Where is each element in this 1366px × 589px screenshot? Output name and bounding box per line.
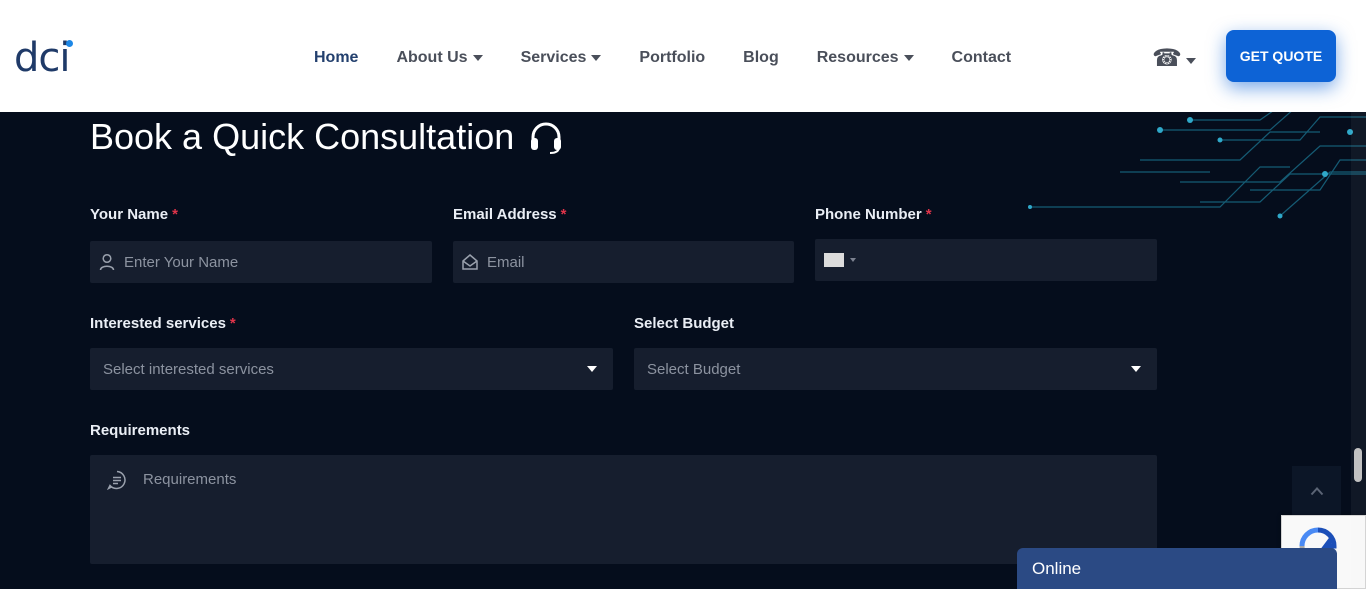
- budget-select[interactable]: Select Budget: [634, 348, 1157, 390]
- required-mark: *: [925, 206, 932, 223]
- nav-label: Home: [314, 49, 359, 66]
- name-placeholder: Enter Your Name: [124, 253, 239, 271]
- requirements-label-text: Requirements: [90, 422, 191, 439]
- caret-down-icon: [587, 366, 597, 372]
- nav-label: Services: [520, 49, 587, 66]
- scrollbar-track[interactable]: [1351, 112, 1366, 589]
- services-select[interactable]: Select interested services: [90, 348, 613, 390]
- phone-icon: ☎: [1152, 45, 1182, 72]
- user-icon: [99, 253, 115, 271]
- message-icon: [107, 470, 126, 490]
- services-label-text: Interested services: [90, 315, 226, 332]
- caret-down-icon: [1185, 57, 1196, 64]
- nav-label: Resources: [816, 49, 899, 66]
- required-mark: *: [172, 206, 178, 223]
- chevron-up-icon: [1310, 486, 1323, 495]
- envelope-icon: [462, 254, 478, 270]
- phone-dropdown[interactable]: ☎: [1152, 44, 1196, 73]
- required-mark: *: [560, 206, 567, 223]
- nav-label: Contact: [951, 49, 1012, 66]
- email-label: Email Address *: [453, 206, 567, 223]
- headset-icon: [531, 122, 562, 154]
- site-header: dci Home About Us Services Portfolio Blo…: [0, 0, 1366, 112]
- required-mark: *: [229, 315, 236, 332]
- get-quote-button[interactable]: GET QUOTE: [1226, 30, 1336, 82]
- nav-item-contact[interactable]: Contact: [952, 49, 1012, 67]
- email-placeholder: Email: [487, 253, 525, 271]
- email-field[interactable]: Email: [453, 241, 794, 283]
- form-title: Book a Quick Consultation: [90, 116, 564, 158]
- budget-label: Select Budget: [634, 315, 734, 332]
- logo-dot: [66, 40, 73, 47]
- caret-down-icon: [850, 258, 856, 262]
- phone-label-text: Phone Number: [815, 206, 922, 223]
- nav-label: Blog: [743, 49, 779, 66]
- budget-placeholder: Select Budget: [647, 360, 741, 378]
- nav-item-blog[interactable]: Blog: [743, 49, 779, 67]
- scrollbar-thumb[interactable]: [1354, 448, 1362, 482]
- requirements-textarea[interactable]: Requirements: [90, 455, 1157, 564]
- circuit-decoration: [1028, 112, 1366, 219]
- nav-label: Portfolio: [639, 49, 706, 66]
- chat-widget[interactable]: Online: [1017, 548, 1337, 589]
- caret-down-icon: [591, 55, 602, 61]
- requirements-placeholder: Requirements: [143, 471, 237, 488]
- nav-item-portfolio[interactable]: Portfolio: [639, 49, 705, 67]
- services-label: Interested services *: [90, 315, 236, 332]
- name-field[interactable]: Enter Your Name: [90, 241, 432, 283]
- services-placeholder: Select interested services: [103, 360, 274, 378]
- caret-down-icon: [903, 55, 914, 61]
- scroll-to-top-button[interactable]: [1292, 466, 1341, 515]
- nav-item-services[interactable]: Services: [521, 49, 602, 67]
- name-label-text: Your Name: [90, 206, 169, 223]
- phone-field[interactable]: [815, 239, 1157, 281]
- nav-label: About Us: [396, 49, 468, 66]
- caret-down-icon: [1131, 366, 1141, 372]
- nav-item-about-us[interactable]: About Us: [396, 49, 483, 67]
- email-label-text: Email Address: [453, 206, 557, 223]
- country-flag-icon[interactable]: [824, 253, 844, 267]
- caret-down-icon: [472, 55, 483, 61]
- phone-label: Phone Number *: [815, 206, 932, 223]
- chat-status: Online: [1032, 558, 1082, 578]
- logo[interactable]: dci: [14, 36, 70, 80]
- nav-item-home[interactable]: Home: [314, 49, 358, 67]
- name-label: Your Name *: [90, 206, 178, 223]
- requirements-label: Requirements: [90, 422, 190, 439]
- form-title-text: Book a Quick Consultation: [90, 116, 515, 157]
- budget-label-text: Select Budget: [634, 315, 735, 332]
- nav-item-resources[interactable]: Resources: [817, 49, 914, 67]
- main-nav: Home About Us Services Portfolio Blog Re…: [314, 46, 1049, 70]
